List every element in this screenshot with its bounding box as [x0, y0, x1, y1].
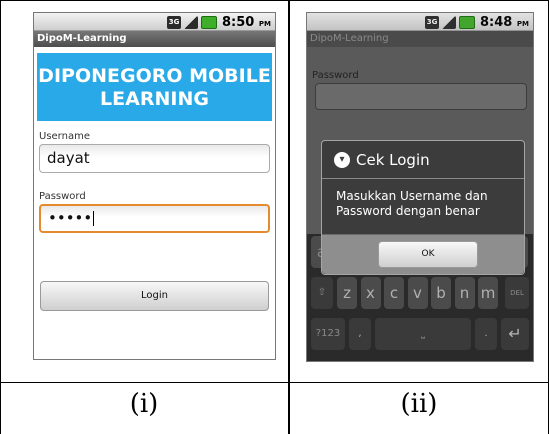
dialog-title: Cek Login [322, 141, 524, 179]
app-title-bar: DipoM-Learning [34, 31, 275, 47]
caption-row-border [0, 382, 549, 383]
caption-right: (ii) [400, 389, 438, 419]
text-cursor [93, 211, 95, 226]
key-x[interactable]: x [360, 277, 381, 309]
chevron-down-icon: ▾ [334, 152, 350, 168]
symbols-key[interactable]: ?123 [311, 318, 345, 350]
3g-icon: 3G [425, 15, 440, 29]
period-key[interactable]: . [475, 318, 497, 350]
signal-icon [184, 15, 199, 29]
delete-key[interactable]: DEL [505, 277, 529, 309]
ok-button[interactable]: OK [378, 241, 478, 268]
key-b[interactable]: b [431, 277, 451, 309]
dialog-message: Masukkan Username dan Password dengan be… [336, 189, 516, 219]
3g-icon: 3G [167, 15, 182, 29]
caption-left: (i) [129, 389, 159, 419]
dialog-message-line-2: Password dengan benar [336, 204, 480, 218]
screen-login: 3G 8:50 PM DipoM-Learning DIPONEGORO MOB… [33, 12, 276, 360]
signal-icon [442, 15, 457, 29]
password-value: ••••• [48, 209, 93, 227]
username-value: dayat [47, 149, 90, 167]
battery-icon [459, 15, 476, 29]
key-n[interactable]: n [454, 277, 475, 309]
username-field[interactable]: dayat [39, 144, 270, 173]
dialog-message-line-1: Masukkan Username dan [336, 189, 488, 203]
screen-login-error: 3G 8:48 PM DipoM-Learning Password asdfg… [306, 12, 534, 362]
status-bar: 3G 8:48 PM [307, 13, 533, 31]
shift-key[interactable]: ⇧ [311, 277, 333, 309]
status-bar: 3G 8:50 PM [34, 13, 275, 31]
banner-line-1: DIPONEGORO MOBILE [38, 65, 271, 87]
key-v[interactable]: v [407, 277, 428, 309]
key-m[interactable]: m [478, 277, 498, 309]
app-title-bar: DipoM-Learning [307, 31, 533, 47]
dialog-footer: OK [322, 234, 524, 274]
password-label: Password [39, 191, 86, 202]
battery-icon [201, 15, 218, 29]
table-divider [288, 0, 290, 434]
password-field[interactable] [315, 83, 527, 110]
table-left-border [0, 0, 1, 434]
table-top-border [0, 0, 549, 1]
space-key[interactable]: ⎵ [375, 318, 471, 350]
status-clock: 8:48 PM [480, 14, 529, 30]
enter-key[interactable]: ↵ [501, 318, 529, 350]
key-c[interactable]: c [384, 277, 404, 309]
app-banner: DIPONEGORO MOBILE LEARNING [37, 53, 272, 121]
status-clock: 8:50 PM [222, 14, 271, 30]
password-label: Password [312, 70, 359, 81]
comma-key[interactable]: , [349, 318, 371, 350]
username-label: Username [39, 131, 90, 142]
key-z[interactable]: z [337, 277, 357, 309]
alert-dialog: Cek Login ▾ Masukkan Username dan Passwo… [321, 140, 525, 275]
password-field[interactable]: ••••• [39, 204, 270, 233]
banner-line-2: LEARNING [100, 88, 209, 110]
login-button[interactable]: Login [40, 281, 269, 311]
